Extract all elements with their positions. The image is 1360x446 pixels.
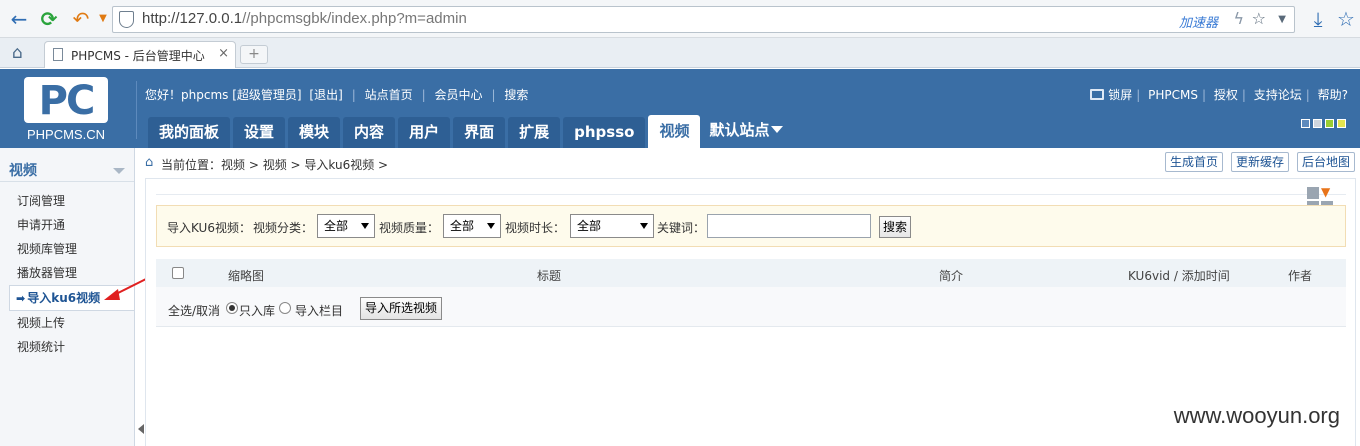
update-cache-button[interactable]: 更新缓存 <box>1231 152 1290 172</box>
skin-switcher <box>1298 117 1346 131</box>
browser-toolbar: ← ⟳ ↶ ▼ http://127.0.0.1//phpcmsgbk/inde… <box>0 0 1360 38</box>
forum-link[interactable]: 支持论坛 <box>1254 88 1302 102</box>
column-ku6vid-time: KU6vid / 添加时间 <box>1128 269 1230 283</box>
sidebar-item-upload[interactable]: 视频上传 <box>0 311 134 335</box>
phpcms-logo[interactable]: PC PHPCMS.CN <box>22 77 110 143</box>
watermark: www.wooyun.org <box>1173 403 1340 428</box>
breadcrumb: 当前位置：视频 > 视频 > 导入ku6视频 > <box>161 158 389 172</box>
browser-tab-title: PHPCMS - 后台管理中心 <box>71 49 205 63</box>
radio-library-label: 只入库 <box>239 304 276 318</box>
radio-column-label: 导入栏目 <box>295 304 344 318</box>
welcome-text: 您好！phpcms [超级管理员] <box>145 88 302 102</box>
tab-video[interactable]: 视频 <box>648 115 701 148</box>
chevron-down-icon <box>771 126 784 133</box>
search-link[interactable]: 搜索 <box>504 88 528 102</box>
chevron-down-icon <box>113 168 125 174</box>
home-icon[interactable]: ⌂ <box>12 43 23 63</box>
search-button[interactable]: 搜索 <box>879 216 911 238</box>
chevron-down-icon <box>640 223 648 229</box>
breadcrumb-bar: ⌂ 当前位置：视频 > 视频 > 导入ku6视频 > 生成首页 更新缓存 后台地… <box>137 150 1360 176</box>
chevron-down-icon <box>487 223 495 229</box>
lock-screen-link[interactable]: 锁屏 <box>1108 88 1132 102</box>
member-center-link[interactable]: 会员中心 <box>435 88 483 102</box>
site-home-link[interactable]: 站点首页 <box>365 88 413 102</box>
tab-my-panel[interactable]: 我的面板 <box>148 117 231 148</box>
chevron-down-icon <box>361 223 369 229</box>
shield-icon <box>119 11 134 28</box>
sidebar-item-subscribe[interactable]: 订阅管理 <box>0 189 134 213</box>
accelerator-label[interactable]: 加速器 <box>1179 12 1218 31</box>
welcome-bar: 您好！phpcms [超级管理员] [退出] | 站点首页 | 会员中心 | 搜索 <box>145 88 529 102</box>
lightning-icon[interactable]: ϟ <box>1233 9 1244 28</box>
chevron-down-icon[interactable]: ▼ <box>1278 14 1286 25</box>
keyword-label: 关键词： <box>657 221 706 235</box>
star-icon[interactable]: ☆ <box>1252 9 1266 28</box>
sitemap-button[interactable]: 后台地图 <box>1297 152 1356 172</box>
category-label: 视频分类： <box>253 221 314 235</box>
select-all-checkbox[interactable] <box>172 267 184 279</box>
category-select[interactable]: 全部 <box>317 214 375 238</box>
column-author: 作者 <box>1288 269 1313 283</box>
filter-bar: 导入KU6视频： 视频分类： 全部 视频质量： 全部 视频时长： 全部 关键词：… <box>156 205 1346 247</box>
radio-library-only[interactable] <box>226 302 238 314</box>
skin-blue[interactable] <box>1301 119 1310 128</box>
keyword-input[interactable] <box>707 214 871 238</box>
top-links: 锁屏 | PHPCMS | 授权 | 支持论坛 | 帮助? <box>1090 86 1348 103</box>
action-row: 全选/取消 只入库 导入栏目 导入所选视频 <box>156 287 1346 327</box>
column-title: 标题 <box>537 269 562 283</box>
column-thumbnail: 缩略图 <box>228 269 265 283</box>
generate-home-button[interactable]: 生成首页 <box>1165 152 1224 172</box>
select-all-link[interactable]: 全选/取消 <box>168 302 220 319</box>
sidebar-title[interactable]: 视频 <box>0 148 134 182</box>
tab-content[interactable]: 内容 <box>343 117 396 148</box>
tab-phpsso[interactable]: phpsso <box>563 117 646 148</box>
close-icon[interactable]: × <box>218 46 229 61</box>
column-description: 简介 <box>939 269 964 283</box>
quality-select[interactable]: 全部 <box>443 214 501 238</box>
browser-tabbar: ⌂ PHPCMS - 后台管理中心 × + <box>0 38 1360 68</box>
header-divider <box>136 81 137 139</box>
tab-extend[interactable]: 扩展 <box>508 117 561 148</box>
sidebar-item-library[interactable]: 视频库管理 <box>0 237 134 261</box>
app-header: PC PHPCMS.CN 您好！phpcms [超级管理员] [退出] | 站点首… <box>0 69 1360 148</box>
skin-green[interactable] <box>1325 119 1334 128</box>
browser-tab[interactable]: PHPCMS - 后台管理中心 × <box>44 41 236 68</box>
favorites-star-icon[interactable]: ☆ <box>1333 6 1359 32</box>
skin-yellow[interactable] <box>1337 119 1346 128</box>
monitor-icon <box>1090 89 1105 100</box>
arrow-down-icon: ▼ <box>1321 185 1331 199</box>
quality-label: 视频质量： <box>379 221 440 235</box>
url-text[interactable]: http://127.0.0.1//phpcmsgbk/index.php?m=… <box>142 10 467 27</box>
duration-select[interactable]: 全部 <box>570 214 654 238</box>
skin-gray[interactable] <box>1313 119 1322 128</box>
new-tab-button[interactable]: + <box>240 45 268 64</box>
arrow-right-icon: ➡ <box>16 292 26 305</box>
address-bar[interactable]: http://127.0.0.1//phpcmsgbk/index.php?m=… <box>112 6 1295 33</box>
help-link[interactable]: 帮助? <box>1318 88 1348 102</box>
tab-users[interactable]: 用户 <box>398 117 451 148</box>
back-arrow-icon[interactable]: ← <box>6 6 32 32</box>
logout-link[interactable]: [退出] <box>309 88 342 102</box>
tab-modules[interactable]: 模块 <box>288 117 341 148</box>
home-icon[interactable]: ⌂ <box>145 155 153 170</box>
collapse-sidebar-icon[interactable] <box>138 424 144 434</box>
table-header: 缩略图 标题 简介 KU6vid / 添加时间 作者 <box>156 259 1346 287</box>
import-selected-button[interactable]: 导入所选视频 <box>360 297 443 320</box>
download-icon[interactable]: ⤓ <box>1305 6 1331 32</box>
radio-import-column[interactable] <box>279 302 291 314</box>
site-select-dropdown[interactable]: 默认站点 <box>709 115 784 146</box>
tab-settings[interactable]: 设置 <box>233 117 286 148</box>
main-nav: 我的面板 设置 模块 内容 用户 界面 扩展 phpsso 视频 默认站点 <box>148 115 784 148</box>
sidebar-item-stats[interactable]: 视频统计 <box>0 335 134 359</box>
filter-title: 导入KU6视频： <box>167 221 251 235</box>
tab-interface[interactable]: 界面 <box>453 117 506 148</box>
license-link[interactable]: 授权 <box>1214 88 1238 102</box>
phpcms-link[interactable]: PHPCMS <box>1148 88 1198 102</box>
duration-label: 视频时长： <box>505 221 566 235</box>
document-icon <box>53 48 63 61</box>
refresh-icon[interactable]: ⟳ <box>36 6 62 32</box>
sidebar-item-apply[interactable]: 申请开通 <box>0 213 134 237</box>
